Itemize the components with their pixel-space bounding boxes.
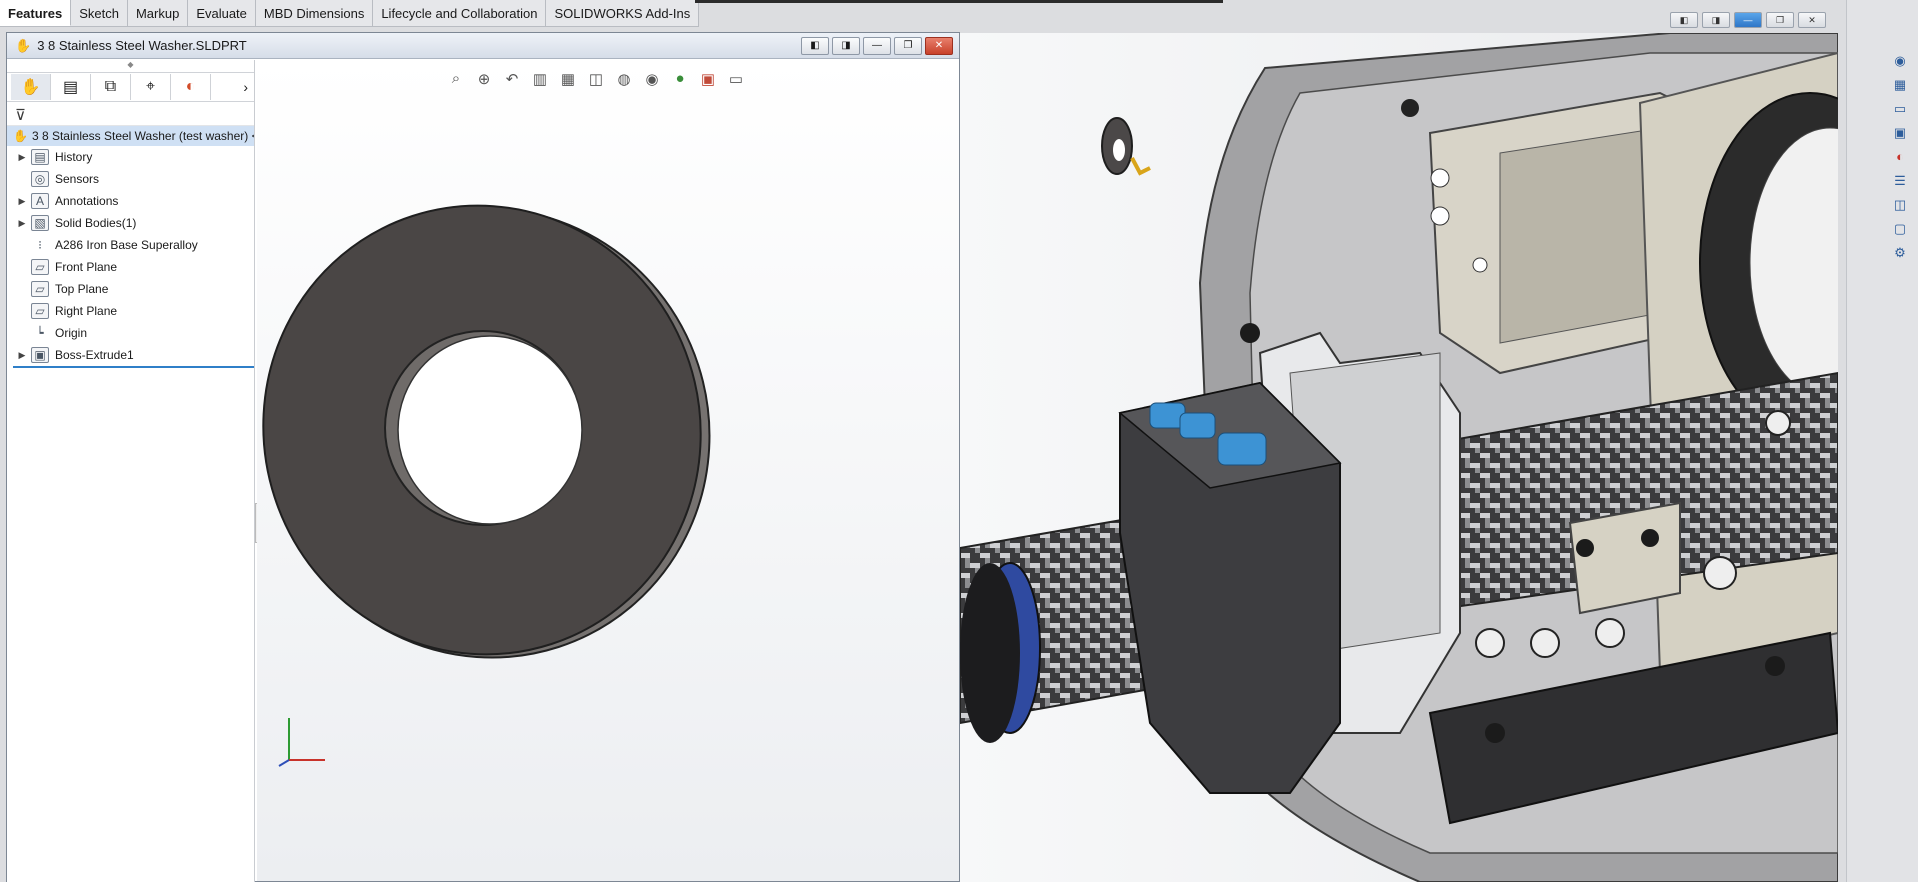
appearances-icon[interactable]: ◐	[1890, 148, 1910, 166]
tab-solidworks-add-ins[interactable]: SOLIDWORKS Add-Ins	[546, 0, 700, 26]
zoom-to-fit-icon[interactable]: ⌕	[445, 70, 467, 88]
display-style-icon[interactable]: ◍	[613, 70, 635, 88]
tab-lifecycle-and-collaboration[interactable]: Lifecycle and Collaboration	[373, 0, 547, 26]
top-accent-bar	[695, 0, 1223, 3]
washer-model	[262, 204, 711, 659]
view-settings-icon[interactable]: ▭	[725, 70, 747, 88]
part-window: ✋ 3 8 Stainless Steel Washer.SLDPRT ◧ ◨ …	[6, 32, 960, 882]
origin-icon: ┕	[36, 326, 44, 340]
toolbox-icon[interactable]: ⚙	[1890, 244, 1910, 262]
tree-node[interactable]: ▶ ▧ Solid Bodies(1)	[13, 212, 254, 234]
tab-sketch[interactable]: Sketch	[71, 0, 128, 26]
dynamic-annotation-icon[interactable]: ▦	[557, 70, 579, 88]
feature-manager-tabs: ✋ ▤ ⧉ ⌖ ◐ ›	[7, 72, 254, 102]
file-explorer-icon[interactable]: ▭	[1890, 100, 1910, 118]
task-pane-tabs: ◉ ▦ ▭ ▣ ◐ ☰ ◫ ▢ ⚙	[1890, 52, 1914, 262]
minimize-icon[interactable]: —	[1734, 12, 1762, 28]
expand-arrow-icon[interactable]: ▶	[13, 350, 31, 361]
restore-icon[interactable]: ❐	[1766, 12, 1794, 28]
tab-markup[interactable]: Markup	[128, 0, 189, 26]
plane-icon: ▱	[31, 281, 49, 297]
tree-node-label: Sensors	[55, 172, 100, 186]
apply-scene-icon[interactable]: ▣	[697, 70, 719, 88]
solidworks-resources-icon[interactable]: ◉	[1890, 52, 1910, 70]
assembly-graphics-area[interactable]	[960, 33, 1838, 882]
edit-appearance-icon[interactable]: ●	[669, 70, 691, 88]
solid-bodies-icon: ▧	[31, 215, 49, 231]
tree-root-label: 3 8 Stainless Steel Washer (test washer)…	[31, 129, 254, 143]
part-window-title: 3 8 Stainless Steel Washer.SLDPRT	[37, 38, 247, 53]
tree-node[interactable]: ┕ Origin	[13, 322, 254, 344]
minimize-button[interactable]: —	[863, 36, 891, 55]
tree-node[interactable]: ▶ ▤ History	[13, 146, 254, 168]
tree-node-label: Top Plane	[55, 282, 109, 296]
view-palette-icon[interactable]: ▣	[1890, 124, 1910, 142]
propertymanager-tab-icon[interactable]: ▤	[51, 74, 91, 100]
part-icon: ✋	[13, 129, 28, 143]
tree-node[interactable]: ▱ Front Plane	[13, 256, 254, 278]
tree-node-label: History	[55, 150, 93, 164]
expand-arrow-icon[interactable]: ▶	[13, 152, 31, 163]
dimxpertmanager-tab-icon[interactable]: ⌖	[131, 74, 171, 100]
tree-node[interactable]: ◎ Sensors	[13, 168, 254, 190]
previous-view-icon[interactable]: ↶	[501, 70, 523, 88]
displaymanager-tab-icon[interactable]: ◐	[171, 74, 211, 100]
tab-evaluate[interactable]: Evaluate	[188, 0, 256, 26]
material-icon: ⁝	[38, 238, 42, 252]
annotations-icon: A	[31, 193, 49, 209]
tree-node[interactable]: ▱ Right Plane	[13, 300, 254, 322]
tile-right-icon[interactable]: ◨	[832, 36, 860, 55]
history-folder-icon: ▤	[31, 149, 49, 165]
feature-manager-panel: ◆ ✋ ▤ ⧉ ⌖ ◐ › ⊽ ✋ 3 8 Stainless Steel Wa…	[7, 60, 255, 882]
feature-tree: ▶ ▤ History ◎ Sensors ▶ A Annotations ▶ ▧ Solid Bo…	[13, 146, 254, 368]
view-orientation-icon[interactable]: ◫	[585, 70, 607, 88]
tree-node-label: A286 Iron Base Superalloy	[55, 238, 198, 252]
featuremanager-tab-icon[interactable]: ✋	[11, 74, 51, 100]
tree-node[interactable]: ⁝ A286 Iron Base Superalloy	[13, 234, 254, 256]
tree-node-label: Right Plane	[55, 304, 118, 318]
expand-arrow-icon[interactable]: ▶	[13, 218, 31, 229]
tree-node[interactable]: ▶ A Annotations	[13, 190, 254, 212]
hide-show-items-icon[interactable]: ◉	[641, 70, 663, 88]
custom-properties-icon[interactable]: ☰	[1890, 172, 1910, 190]
tree-root-part[interactable]: ✋ 3 8 Stainless Steel Washer (test washe…	[7, 126, 254, 146]
close-icon[interactable]: ✕	[1798, 12, 1826, 28]
part-window-titlebar: ✋ 3 8 Stainless Steel Washer.SLDPRT ◧ ◨ …	[7, 33, 959, 59]
tree-node-label: Solid Bodies(1)	[55, 216, 137, 230]
forum-icon[interactable]: ▢	[1890, 220, 1910, 238]
tab-mbd-dimensions[interactable]: MBD Dimensions	[256, 0, 374, 26]
tree-node-label: Front Plane	[55, 260, 118, 274]
part-document-icon: ✋	[15, 37, 32, 53]
configurationmanager-tab-icon[interactable]: ⧉	[91, 74, 131, 100]
tree-node-label: Origin	[55, 326, 88, 340]
triad-icon	[278, 718, 325, 767]
sensors-icon: ◎	[31, 171, 49, 187]
tile-right-icon[interactable]: ◨	[1702, 12, 1730, 28]
expand-arrow-icon[interactable]: ▶	[13, 196, 31, 207]
zoom-to-area-icon[interactable]: ⊕	[473, 70, 495, 88]
tab-features[interactable]: Features	[0, 0, 72, 26]
assembly-window-controls: ◧ ◨ — ❐ ✕	[1670, 12, 1826, 28]
filter-icon[interactable]: ⊽	[7, 102, 254, 126]
chevron-right-icon[interactable]: ›	[243, 79, 254, 95]
3d-content-icon[interactable]: ◫	[1890, 196, 1910, 214]
panel-grip[interactable]: ◆	[7, 60, 254, 72]
heads-up-view-toolbar: ⌕ ⊕ ↶ ▥ ▦ ◫ ◍ ◉ ● ▣ ▭	[445, 70, 747, 88]
maximize-button[interactable]: ❐	[894, 36, 922, 55]
close-button[interactable]: ✕	[925, 36, 953, 55]
tree-node[interactable]: ▱ Top Plane	[13, 278, 254, 300]
command-manager-tabs: Features Sketch Markup Evaluate MBD Dimensio…	[0, 0, 700, 27]
tree-node-label: Boss-Extrude1	[55, 348, 134, 362]
tree-node[interactable]: ▶ ▣ Boss-Extrude1	[13, 344, 254, 366]
boss-extrude-icon: ▣	[31, 347, 49, 363]
tree-node-label: Annotations	[55, 194, 119, 208]
tile-left-icon[interactable]: ◧	[1670, 12, 1698, 28]
tile-left-icon[interactable]: ◧	[801, 36, 829, 55]
assembly-model	[960, 33, 1838, 882]
plane-icon: ▱	[31, 303, 49, 319]
part-graphics-area[interactable]: ⌕ ⊕ ↶ ▥ ▦ ◫ ◍ ◉ ● ▣ ▭	[257, 60, 959, 881]
plane-icon: ▱	[31, 259, 49, 275]
section-view-icon[interactable]: ▥	[529, 70, 551, 88]
design-library-icon[interactable]: ▦	[1890, 76, 1910, 94]
